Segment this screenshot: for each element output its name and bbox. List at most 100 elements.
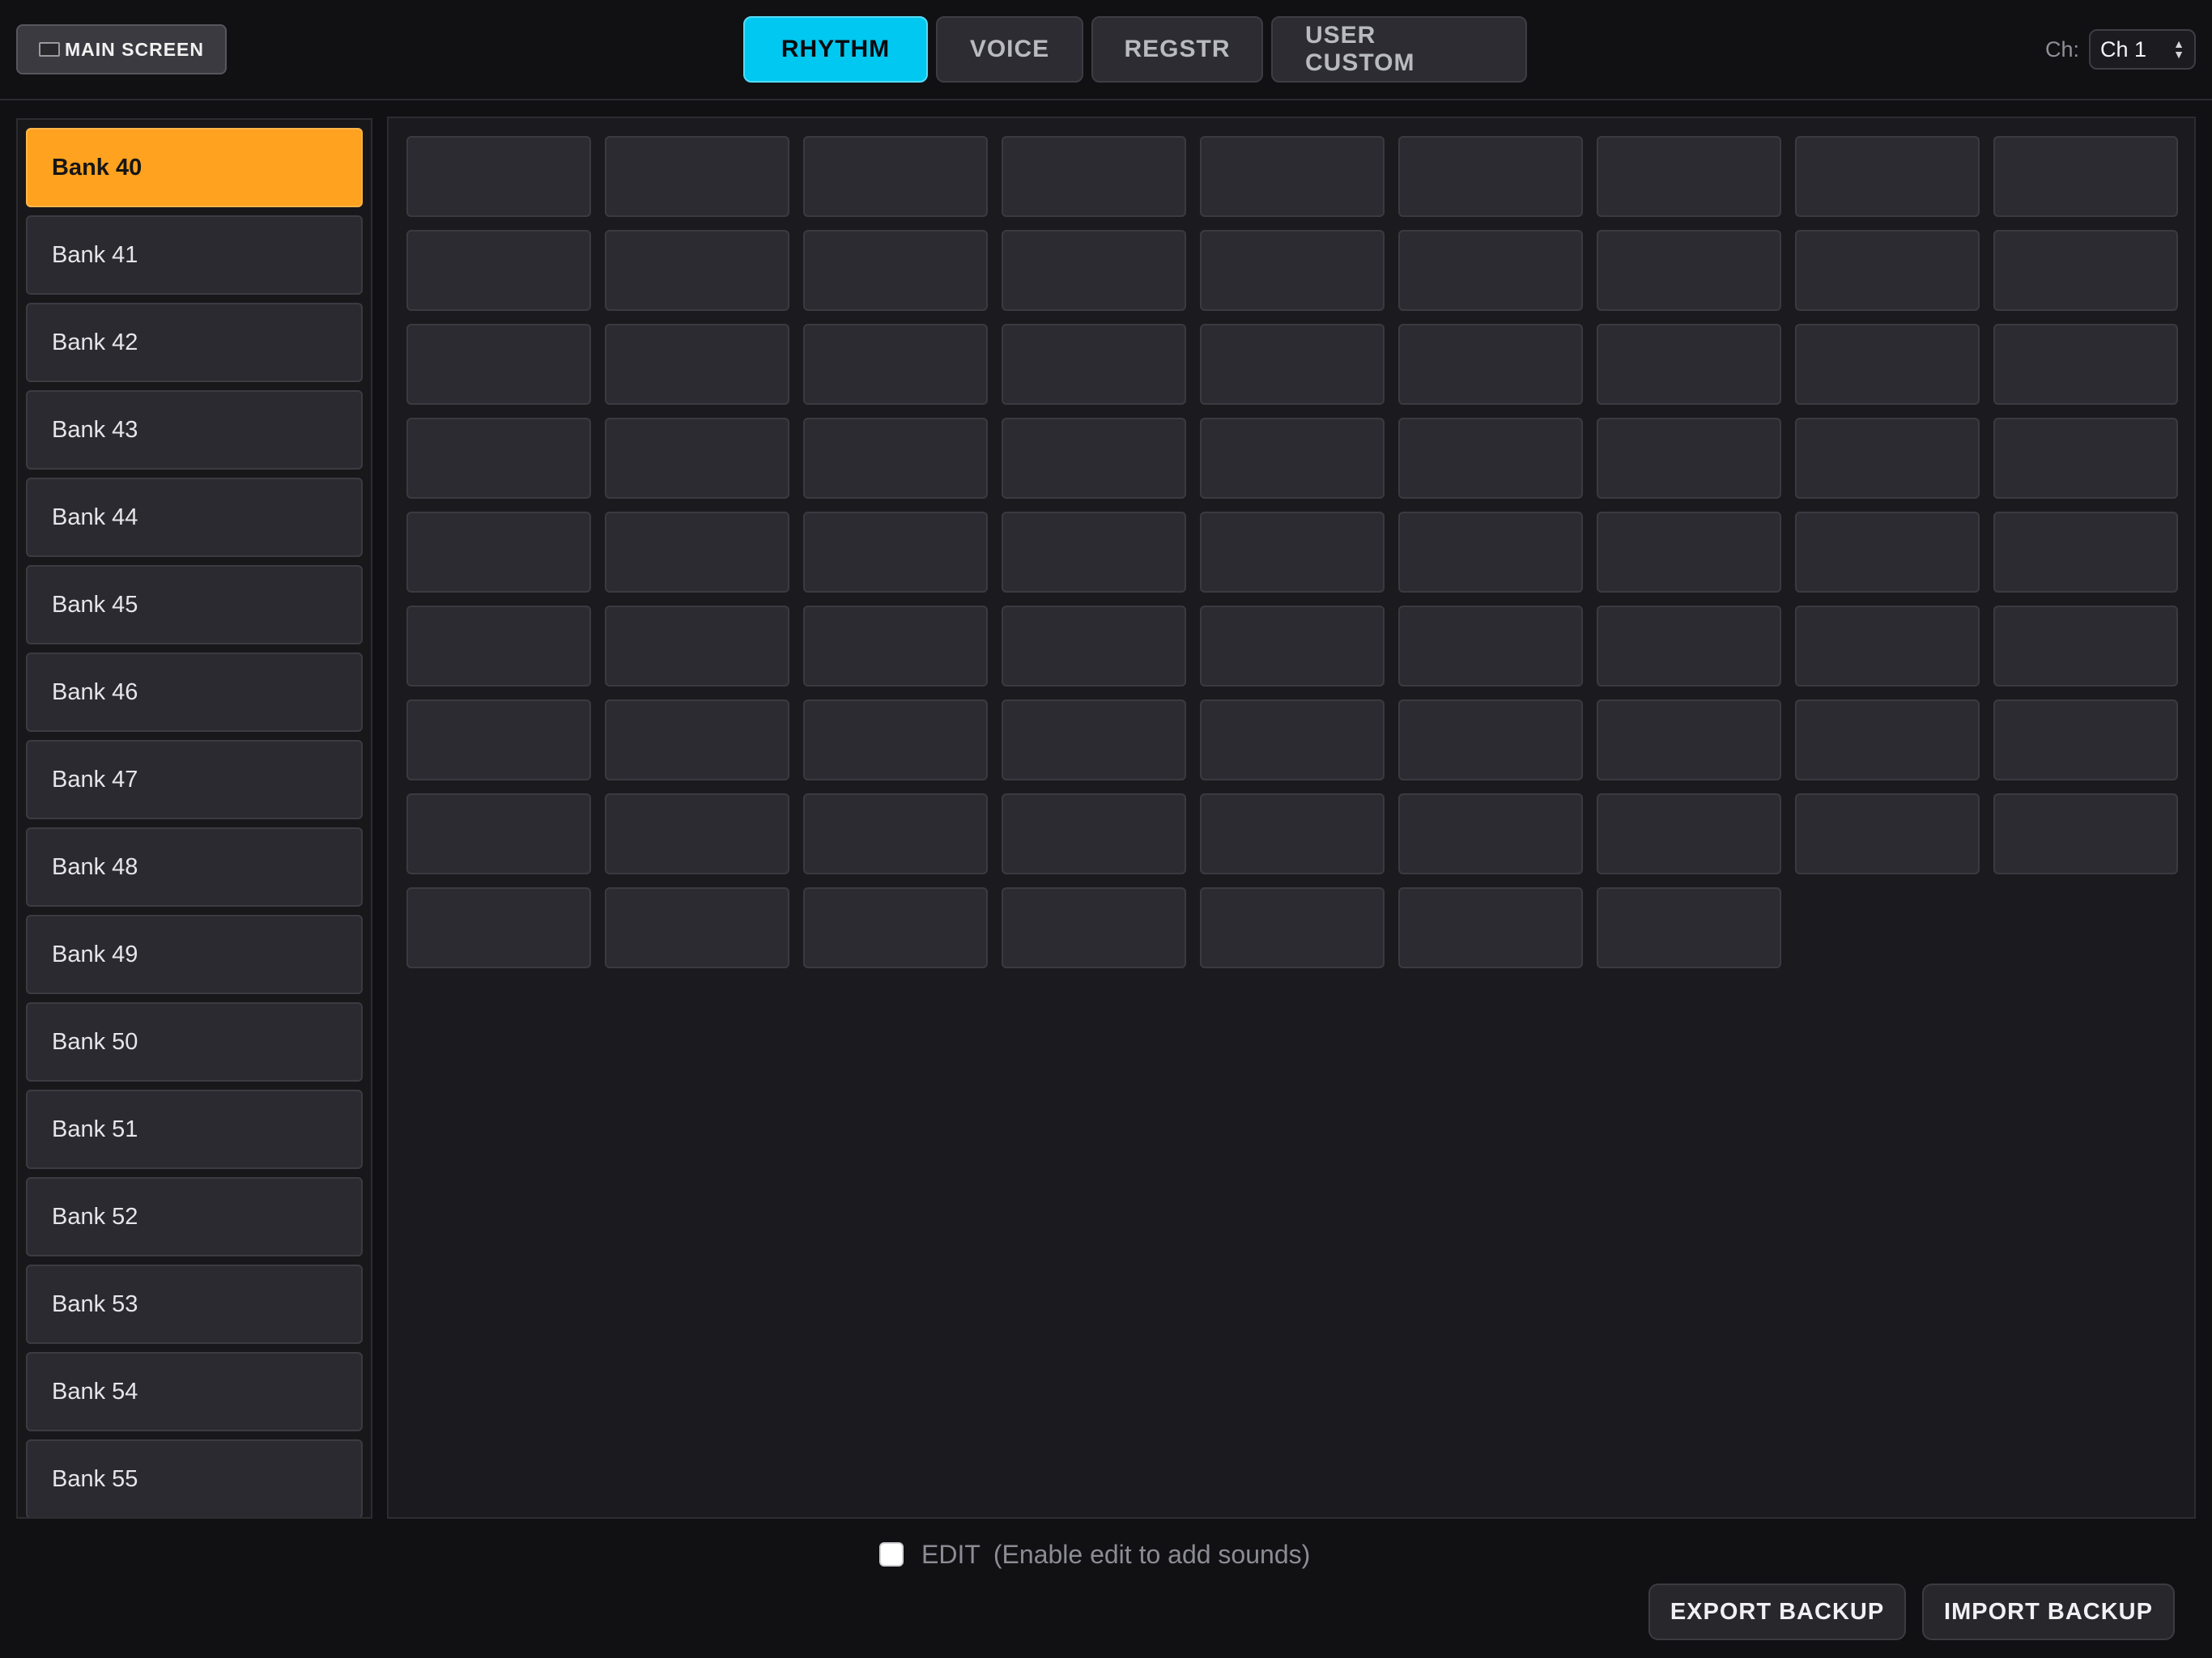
sound-pad[interactable]	[803, 887, 988, 968]
sound-pad[interactable]	[1398, 512, 1583, 593]
sound-pad[interactable]	[1002, 230, 1186, 311]
sound-pad[interactable]	[1597, 606, 1781, 687]
sound-pad[interactable]	[1002, 136, 1186, 217]
sound-pad[interactable]	[1398, 699, 1583, 780]
sound-pad[interactable]	[1200, 699, 1385, 780]
sound-pad[interactable]	[1002, 512, 1186, 593]
sound-pad[interactable]	[1993, 136, 2178, 217]
sound-pad[interactable]	[1993, 793, 2178, 874]
sound-pad[interactable]	[1002, 606, 1186, 687]
sidebar-item-bank[interactable]: Bank 53	[26, 1265, 363, 1344]
sound-pad[interactable]	[406, 793, 591, 874]
sound-pad[interactable]	[803, 512, 988, 593]
sound-pad[interactable]	[1002, 699, 1186, 780]
sound-pad[interactable]	[1398, 606, 1583, 687]
sound-pad[interactable]	[605, 418, 789, 499]
sound-pad[interactable]	[1993, 324, 2178, 405]
sound-pad[interactable]	[1597, 793, 1781, 874]
sound-pad[interactable]	[605, 606, 789, 687]
sound-pad[interactable]	[1795, 606, 1980, 687]
sound-pad[interactable]	[1002, 324, 1186, 405]
sound-pad[interactable]	[605, 512, 789, 593]
tab-regstr[interactable]: REGSTR	[1091, 16, 1263, 83]
sound-pad[interactable]	[803, 699, 988, 780]
sound-pad[interactable]	[406, 418, 591, 499]
sidebar-item-bank[interactable]: Bank 44	[26, 478, 363, 557]
tab-voice[interactable]: VOICE	[936, 16, 1083, 83]
sound-pad[interactable]	[1200, 324, 1385, 405]
sound-pad[interactable]	[1795, 230, 1980, 311]
sidebar-item-bank[interactable]: Bank 40	[26, 128, 363, 207]
sidebar-item-bank[interactable]: Bank 55	[26, 1439, 363, 1517]
sidebar-item-bank[interactable]: Bank 42	[26, 303, 363, 382]
sound-pad[interactable]	[1200, 887, 1385, 968]
sound-pad[interactable]	[406, 887, 591, 968]
sound-pad[interactable]	[1795, 699, 1980, 780]
import-backup-button[interactable]: IMPORT BACKUP	[1922, 1584, 2175, 1640]
sound-pad[interactable]	[1795, 324, 1980, 405]
sidebar-item-bank[interactable]: Bank 46	[26, 653, 363, 732]
sidebar-item-bank[interactable]: Bank 51	[26, 1090, 363, 1169]
edit-checkbox[interactable]	[879, 1542, 904, 1567]
sidebar-item-bank[interactable]: Bank 49	[26, 915, 363, 994]
sound-pad[interactable]	[406, 230, 591, 311]
sound-pad[interactable]	[1597, 230, 1781, 311]
bank-sidebar[interactable]: Bank 40 Bank 41 Bank 42 Bank 43 Bank 44 Bank …	[16, 118, 372, 1519]
sound-pad[interactable]	[1200, 418, 1385, 499]
sound-pad[interactable]	[1398, 793, 1583, 874]
sound-pad[interactable]	[1993, 418, 2178, 499]
sound-pad[interactable]	[1795, 512, 1980, 593]
sound-pad[interactable]	[1200, 606, 1385, 687]
sound-pad[interactable]	[1597, 324, 1781, 405]
sound-pad[interactable]	[1002, 793, 1186, 874]
sound-pad[interactable]	[406, 699, 591, 780]
sound-pad[interactable]	[1200, 512, 1385, 593]
sound-pad[interactable]	[1398, 324, 1583, 405]
sound-pad[interactable]	[605, 793, 789, 874]
export-backup-button[interactable]: EXPORT BACKUP	[1648, 1584, 1906, 1640]
sidebar-item-bank[interactable]: Bank 41	[26, 215, 363, 295]
sound-pad[interactable]	[1795, 793, 1980, 874]
sound-pad[interactable]	[1795, 418, 1980, 499]
sidebar-item-bank[interactable]: Bank 43	[26, 390, 363, 470]
sound-pad[interactable]	[1597, 512, 1781, 593]
sound-pad[interactable]	[1993, 606, 2178, 687]
channel-select[interactable]: Ch 1 ▲ ▼	[2089, 29, 2196, 70]
sound-pad[interactable]	[803, 606, 988, 687]
sound-pad[interactable]	[1398, 136, 1583, 217]
sound-pad[interactable]	[406, 324, 591, 405]
sound-pad[interactable]	[803, 793, 988, 874]
sound-pad[interactable]	[605, 699, 789, 780]
sidebar-item-bank[interactable]: Bank 47	[26, 740, 363, 819]
sound-pad[interactable]	[1200, 793, 1385, 874]
sound-pad[interactable]	[605, 136, 789, 217]
main-screen-button[interactable]: MAIN SCREEN	[16, 24, 227, 74]
sound-pad[interactable]	[1002, 418, 1186, 499]
sound-pad[interactable]	[1200, 230, 1385, 311]
sound-pad[interactable]	[803, 418, 988, 499]
sound-pad[interactable]	[1795, 136, 1980, 217]
sound-pad[interactable]	[803, 230, 988, 311]
sound-pad[interactable]	[803, 324, 988, 405]
sound-pad[interactable]	[1200, 136, 1385, 217]
sound-pad[interactable]	[1597, 418, 1781, 499]
sound-pad[interactable]	[1993, 699, 2178, 780]
sound-pad[interactable]	[1993, 512, 2178, 593]
sound-pad[interactable]	[1597, 699, 1781, 780]
sidebar-item-bank[interactable]: Bank 48	[26, 827, 363, 907]
sound-pad[interactable]	[605, 324, 789, 405]
sound-pad[interactable]	[406, 512, 591, 593]
sidebar-item-bank[interactable]: Bank 45	[26, 565, 363, 644]
sound-pad[interactable]	[406, 606, 591, 687]
tab-rhythm[interactable]: RHYTHM	[743, 16, 928, 83]
tab-user-custom[interactable]: USER CUSTOM	[1271, 16, 1527, 83]
sound-pad[interactable]	[406, 136, 591, 217]
sound-pad[interactable]	[605, 887, 789, 968]
sound-pad[interactable]	[605, 230, 789, 311]
sidebar-item-bank[interactable]: Bank 50	[26, 1002, 363, 1082]
sidebar-item-bank[interactable]: Bank 52	[26, 1177, 363, 1256]
sound-pad[interactable]	[1597, 887, 1781, 968]
sound-pad[interactable]	[1398, 230, 1583, 311]
sound-pad[interactable]	[1993, 230, 2178, 311]
sound-pad[interactable]	[1398, 418, 1583, 499]
